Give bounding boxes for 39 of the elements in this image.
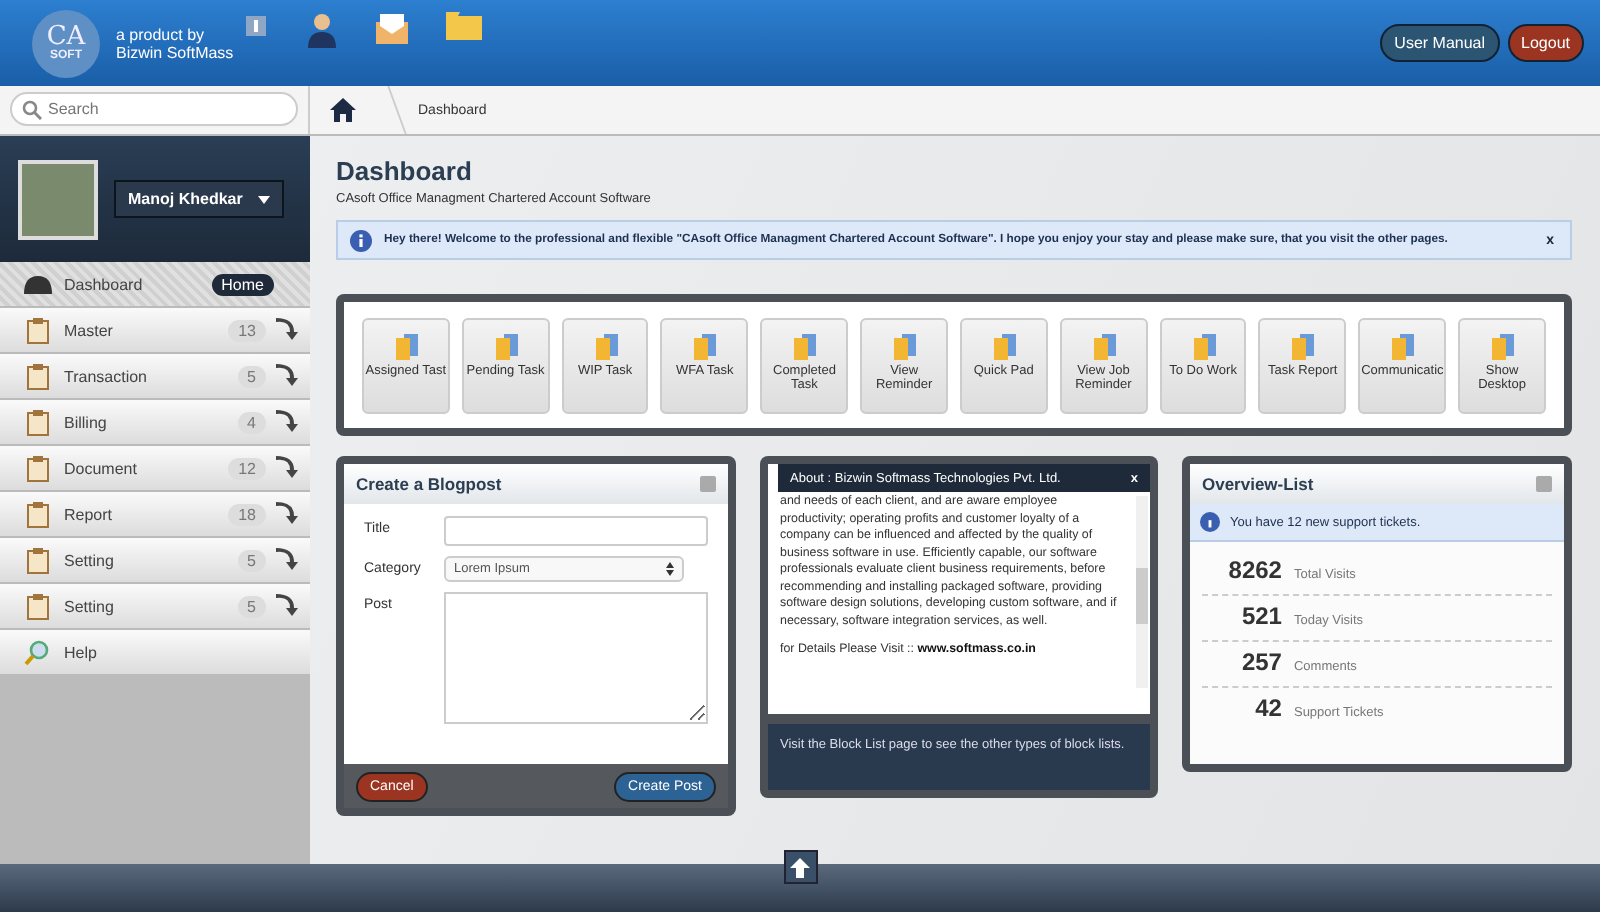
menu-label: Transaction xyxy=(64,367,149,385)
count-badge: 5 xyxy=(237,595,266,617)
sidebar-item[interactable]: Setting 5 xyxy=(0,538,310,584)
sidebar-item[interactable]: Help xyxy=(0,630,310,676)
count-badge: 12 xyxy=(228,457,266,479)
menu-label: Setting xyxy=(64,597,116,615)
stat-value: 521 xyxy=(1239,602,1282,630)
sidebar-item[interactable]: Report 18 xyxy=(0,492,310,538)
menu-label: Document xyxy=(64,459,139,477)
count-badge: Home xyxy=(211,273,274,295)
sidebar-item[interactable]: Billing 4 xyxy=(0,400,310,446)
menu-label: Master xyxy=(64,321,115,339)
sidebar-item[interactable]: Dashboard Home xyxy=(0,262,310,308)
menu-label: Dashboard xyxy=(64,275,145,293)
count-badge: 18 xyxy=(228,503,266,525)
menu-label: Setting xyxy=(64,551,116,569)
menu-label: Help xyxy=(64,643,99,661)
company-name: Bizwin SoftMass xyxy=(116,43,234,61)
search-field[interactable]: Search xyxy=(10,92,298,126)
menu-label: Report xyxy=(64,505,115,523)
page-title: Dashboard xyxy=(336,156,474,186)
sidebar-item[interactable]: Setting 5 xyxy=(0,584,310,630)
sidebar-item[interactable]: Document 12 xyxy=(0,446,310,492)
user-menu-button[interactable]: Manoj Khedkar xyxy=(114,180,285,218)
count-badge: 4 xyxy=(237,411,266,433)
menu-label: Billing xyxy=(64,413,109,431)
count-badge: 13 xyxy=(228,319,266,341)
panel-title: Create a Blogpost xyxy=(356,474,502,494)
sidebar-item[interactable]: Master 13 xyxy=(0,308,310,354)
stat-value: 257 xyxy=(1239,648,1282,676)
tagline: a product by xyxy=(116,25,205,43)
header-button[interactable]: Logout xyxy=(1507,24,1584,62)
sidebar-item[interactable]: Transaction 5 xyxy=(0,354,310,400)
header-button[interactable]: User Manual xyxy=(1380,24,1500,62)
stat-value: 8262 xyxy=(1226,556,1282,584)
count-badge: 5 xyxy=(237,549,266,571)
stat-value: 42 xyxy=(1253,694,1282,722)
count-badge: 5 xyxy=(237,365,266,387)
panel-title: Overview-List xyxy=(1201,474,1314,494)
